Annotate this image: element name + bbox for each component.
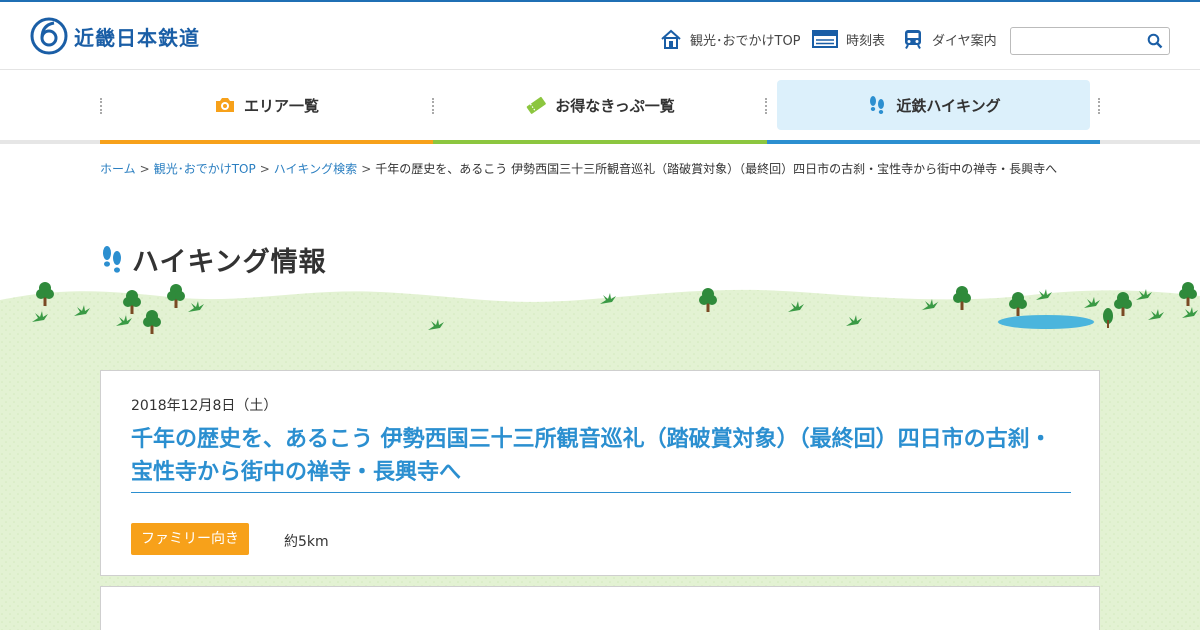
search-icon[interactable]	[1147, 33, 1163, 49]
nav-tab-area-list[interactable]: エリア一覧	[100, 80, 433, 130]
util-nav-sightseeing-top[interactable]: 観光･おでかけTOP	[660, 27, 801, 51]
nav-accent-bar-green	[433, 140, 767, 144]
title-underline	[131, 492, 1071, 493]
kintetsu-logo-icon	[30, 17, 68, 55]
util-nav-label: 観光･おでかけTOP	[690, 33, 801, 49]
logo-text: 近畿日本鉄道	[74, 25, 200, 50]
nav-tab-discount-tickets[interactable]: お得なきっぷ一覧	[433, 80, 767, 130]
site-logo[interactable]: 近畿日本鉄道	[30, 16, 200, 56]
site-header: 近畿日本鉄道 観光･おでかけTOP 時刻表 ダイヤ案内	[0, 2, 1200, 70]
breadcrumb-separator: >	[259, 162, 270, 176]
event-date: 2018年12月8日（土）	[131, 398, 278, 414]
nav-divider	[1098, 98, 1100, 114]
hiking-event-card: 2018年12月8日（土） 千年の歴史を、あるこう 伊勢西国三十三所観音巡礼（踏…	[100, 370, 1100, 576]
nav-tab-label: 近鉄ハイキング	[896, 96, 1001, 115]
util-nav-timetable[interactable]: 時刻表	[812, 27, 885, 51]
nav-accent-bar-orange	[100, 140, 433, 144]
nav-tab-label: お得なきっぷ一覧	[555, 96, 675, 115]
search-box	[1010, 27, 1170, 55]
breadcrumb-current: 千年の歴史を、あるこう 伊勢西国三十三所観音巡礼（踏破賞対象）（最終回）四日市の…	[375, 162, 1058, 176]
search-input[interactable]	[1011, 28, 1141, 54]
camera-icon	[215, 98, 234, 112]
breadcrumb-separator: >	[361, 162, 372, 176]
util-nav-label: 時刻表	[846, 33, 886, 49]
timetable-icon	[812, 30, 838, 48]
breadcrumb: ホーム > 観光･おでかけTOP > ハイキング検索 > 千年の歴史を、あるこう 伊勢西国三…	[100, 160, 1100, 177]
util-nav-label: ダイヤ案内	[932, 33, 997, 49]
event-distance: 約5km	[284, 534, 329, 550]
breadcrumb-link-sightseeing[interactable]: 観光･おでかけTOP	[154, 162, 256, 176]
event-detail-card	[100, 586, 1100, 630]
breadcrumb-link-hiking-search[interactable]: ハイキング検索	[274, 162, 357, 176]
difficulty-badge: ファミリー向き	[131, 523, 249, 555]
page-heading: ハイキング情報	[100, 240, 327, 279]
breadcrumb-separator: >	[139, 162, 150, 176]
footprints-icon	[103, 245, 121, 273]
nav-tab-label: エリア一覧	[243, 96, 319, 115]
nav-accent-bar-blue	[767, 140, 1100, 144]
train-icon	[905, 30, 921, 49]
nav-tab-kintetsu-hiking[interactable]: 近鉄ハイキング	[777, 80, 1090, 130]
ticket-icon	[527, 96, 547, 114]
util-nav-train-info[interactable]: ダイヤ案内	[902, 27, 997, 51]
house-icon	[661, 29, 681, 49]
page-title: ハイキング情報	[132, 247, 327, 278]
event-title: 千年の歴史を、あるこう 伊勢西国三十三所観音巡礼（踏破賞対象）（最終回）四日市の…	[131, 427, 1052, 485]
breadcrumb-link-home[interactable]: ホーム	[100, 162, 136, 176]
footprints-icon	[870, 96, 885, 114]
